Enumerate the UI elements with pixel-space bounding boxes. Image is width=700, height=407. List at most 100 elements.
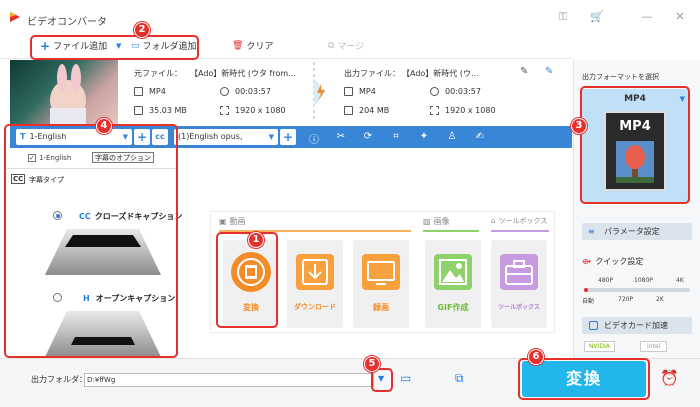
source-duration: 00:03:57	[220, 87, 271, 96]
tab-video[interactable]: ▣ 動画	[219, 216, 246, 227]
output-folder-label: 出力フォルダ：	[31, 375, 87, 384]
info-icon[interactable]: ⓘ	[308, 131, 320, 146]
quality-480p: 480P	[598, 277, 614, 284]
badge-6: 6	[528, 349, 544, 365]
gif-tool-card[interactable]: GIF作成	[425, 240, 481, 328]
toolbox-icon	[500, 254, 538, 290]
download-tool-card[interactable]: ダウンロード	[287, 240, 343, 328]
clock-icon	[430, 87, 439, 96]
source-format: MP4	[134, 87, 166, 96]
edit-output-icon[interactable]: ✎	[545, 66, 553, 77]
alarm-clock-icon[interactable]: ⏰	[660, 369, 679, 387]
record-tool-card[interactable]: 録画	[353, 240, 409, 328]
crop-icon[interactable]: ⌗	[390, 131, 402, 142]
intel-badge: intel	[640, 341, 668, 352]
audio-track-select[interactable]: (1)English opus, ▼	[174, 129, 278, 145]
quality-2k: 2K	[656, 296, 664, 303]
clock-icon	[220, 87, 229, 96]
clear-label: クリア	[246, 42, 274, 52]
thumbnail-art	[50, 64, 86, 124]
video-thumbnail[interactable]	[10, 60, 118, 124]
cart-icon[interactable]: 🛒	[590, 10, 604, 24]
merge-output-icon[interactable]: ⧉	[455, 371, 464, 386]
gpu-accel-toggle[interactable]: ビデオカード加速	[582, 317, 692, 334]
chevron-down-icon: ▼	[268, 133, 274, 141]
quality-1080p: 1080P	[634, 277, 653, 284]
output-resolution: 1920 x 1080	[430, 106, 496, 115]
source-resolution: 1920 x 1080	[220, 106, 286, 115]
rotate-icon[interactable]: ⟳	[362, 131, 374, 142]
image-tab-underline	[423, 230, 479, 232]
badge-1: 1	[248, 232, 264, 248]
merge-button[interactable]: ⧉ マージ	[328, 38, 364, 55]
toolbox-tool-card[interactable]: ツールボックス	[491, 240, 547, 328]
gpu-chip-icon	[589, 321, 598, 330]
quality-slider-handle[interactable]	[584, 288, 588, 292]
merge-icon: ⧉	[328, 41, 335, 51]
format-icon	[134, 87, 143, 96]
close-icon[interactable]: ✕	[673, 10, 687, 24]
params-settings-button[interactable]: ≡ パラメータ設定	[582, 223, 692, 240]
output-folder-input[interactable]: D:¥ffWg	[84, 373, 374, 387]
key-icon[interactable]: ⚿	[556, 10, 570, 24]
badge-2: 2	[134, 22, 150, 38]
size-icon	[134, 106, 143, 115]
file-row: 元ファイル： 【Ado】新時代 (ウタ from… MP4 00:03:57 3…	[10, 60, 572, 124]
resolution-icon	[430, 106, 439, 115]
highlight-add-buttons	[30, 35, 199, 60]
video-icon: ▣	[219, 217, 227, 226]
record-tool-label: 録画	[373, 303, 389, 312]
quick-settings-icon: ⟴	[582, 257, 592, 266]
app-logo-icon	[10, 12, 20, 22]
image-icon: ▨	[423, 217, 431, 226]
app-title: ビデオコンバータ	[27, 17, 107, 28]
minimize-icon[interactable]: —	[640, 10, 654, 24]
gif-tool-label: GIF作成	[437, 303, 469, 312]
scissors-icon[interactable]: ✂	[335, 131, 347, 142]
highlight-format	[580, 86, 690, 204]
badge-4: 4	[96, 118, 112, 134]
effects-icon[interactable]: ✦	[418, 131, 430, 142]
quick-settings-label: ⟴ クイック設定	[582, 257, 644, 266]
highlight-subtitle-area	[4, 124, 178, 358]
subtitle-edit-icon[interactable]: ✍	[474, 131, 486, 142]
output-size: 204 MB	[344, 106, 389, 115]
clear-button[interactable]: 🗑 クリア	[232, 38, 273, 55]
output-duration: 00:03:57	[430, 87, 481, 96]
output-filename: 【Ado】新時代 (ウ…	[402, 69, 479, 78]
add-audio-button[interactable]: +	[280, 129, 296, 145]
record-screen-icon	[362, 254, 400, 290]
toolbox-tab-underline	[491, 230, 549, 232]
size-icon	[344, 106, 353, 115]
toolbox-tool-label: ツールボックス	[498, 304, 540, 311]
source-size: 35.03 MB	[134, 106, 187, 115]
merge-label: マージ	[337, 42, 365, 52]
download-icon	[296, 254, 334, 290]
output-format: MP4	[344, 87, 376, 96]
badge-5: 5	[364, 356, 380, 372]
sliders-icon: ≡	[588, 227, 595, 236]
download-tool-label: ダウンロード	[294, 303, 336, 311]
quality-720p: 720P	[618, 296, 634, 303]
quality-auto: 自動	[582, 298, 595, 305]
toolbox-icon: ⌂	[491, 217, 496, 225]
badge-3: 3	[571, 118, 587, 134]
convert-arrow-icon	[313, 62, 326, 122]
quality-slider[interactable]	[584, 288, 690, 292]
nvidia-badge: NVIDIA	[584, 341, 615, 352]
highlight-convert-card	[216, 232, 278, 328]
output-label: 出力ファイル：	[344, 69, 400, 78]
gif-image-icon	[434, 254, 472, 290]
tab-toolbox[interactable]: ⌂ ツールボックス	[491, 216, 547, 226]
edit-name-icon[interactable]: ✎	[520, 66, 528, 77]
watermark-icon[interactable]: ♙	[446, 131, 458, 142]
trash-icon: 🗑	[232, 41, 244, 51]
format-icon	[344, 87, 353, 96]
source-filename: 【Ado】新時代 (ウタ from…	[190, 69, 297, 78]
source-label: 元ファイル：	[134, 69, 182, 78]
tab-image[interactable]: ▨ 画像	[423, 216, 450, 227]
quality-4k: 4K	[676, 277, 684, 284]
title-bar: ビデオコンバータ ⚿ 🛒 — ✕	[0, 0, 700, 34]
resolution-icon	[220, 106, 229, 115]
open-folder-icon[interactable]: ▭	[400, 371, 411, 385]
